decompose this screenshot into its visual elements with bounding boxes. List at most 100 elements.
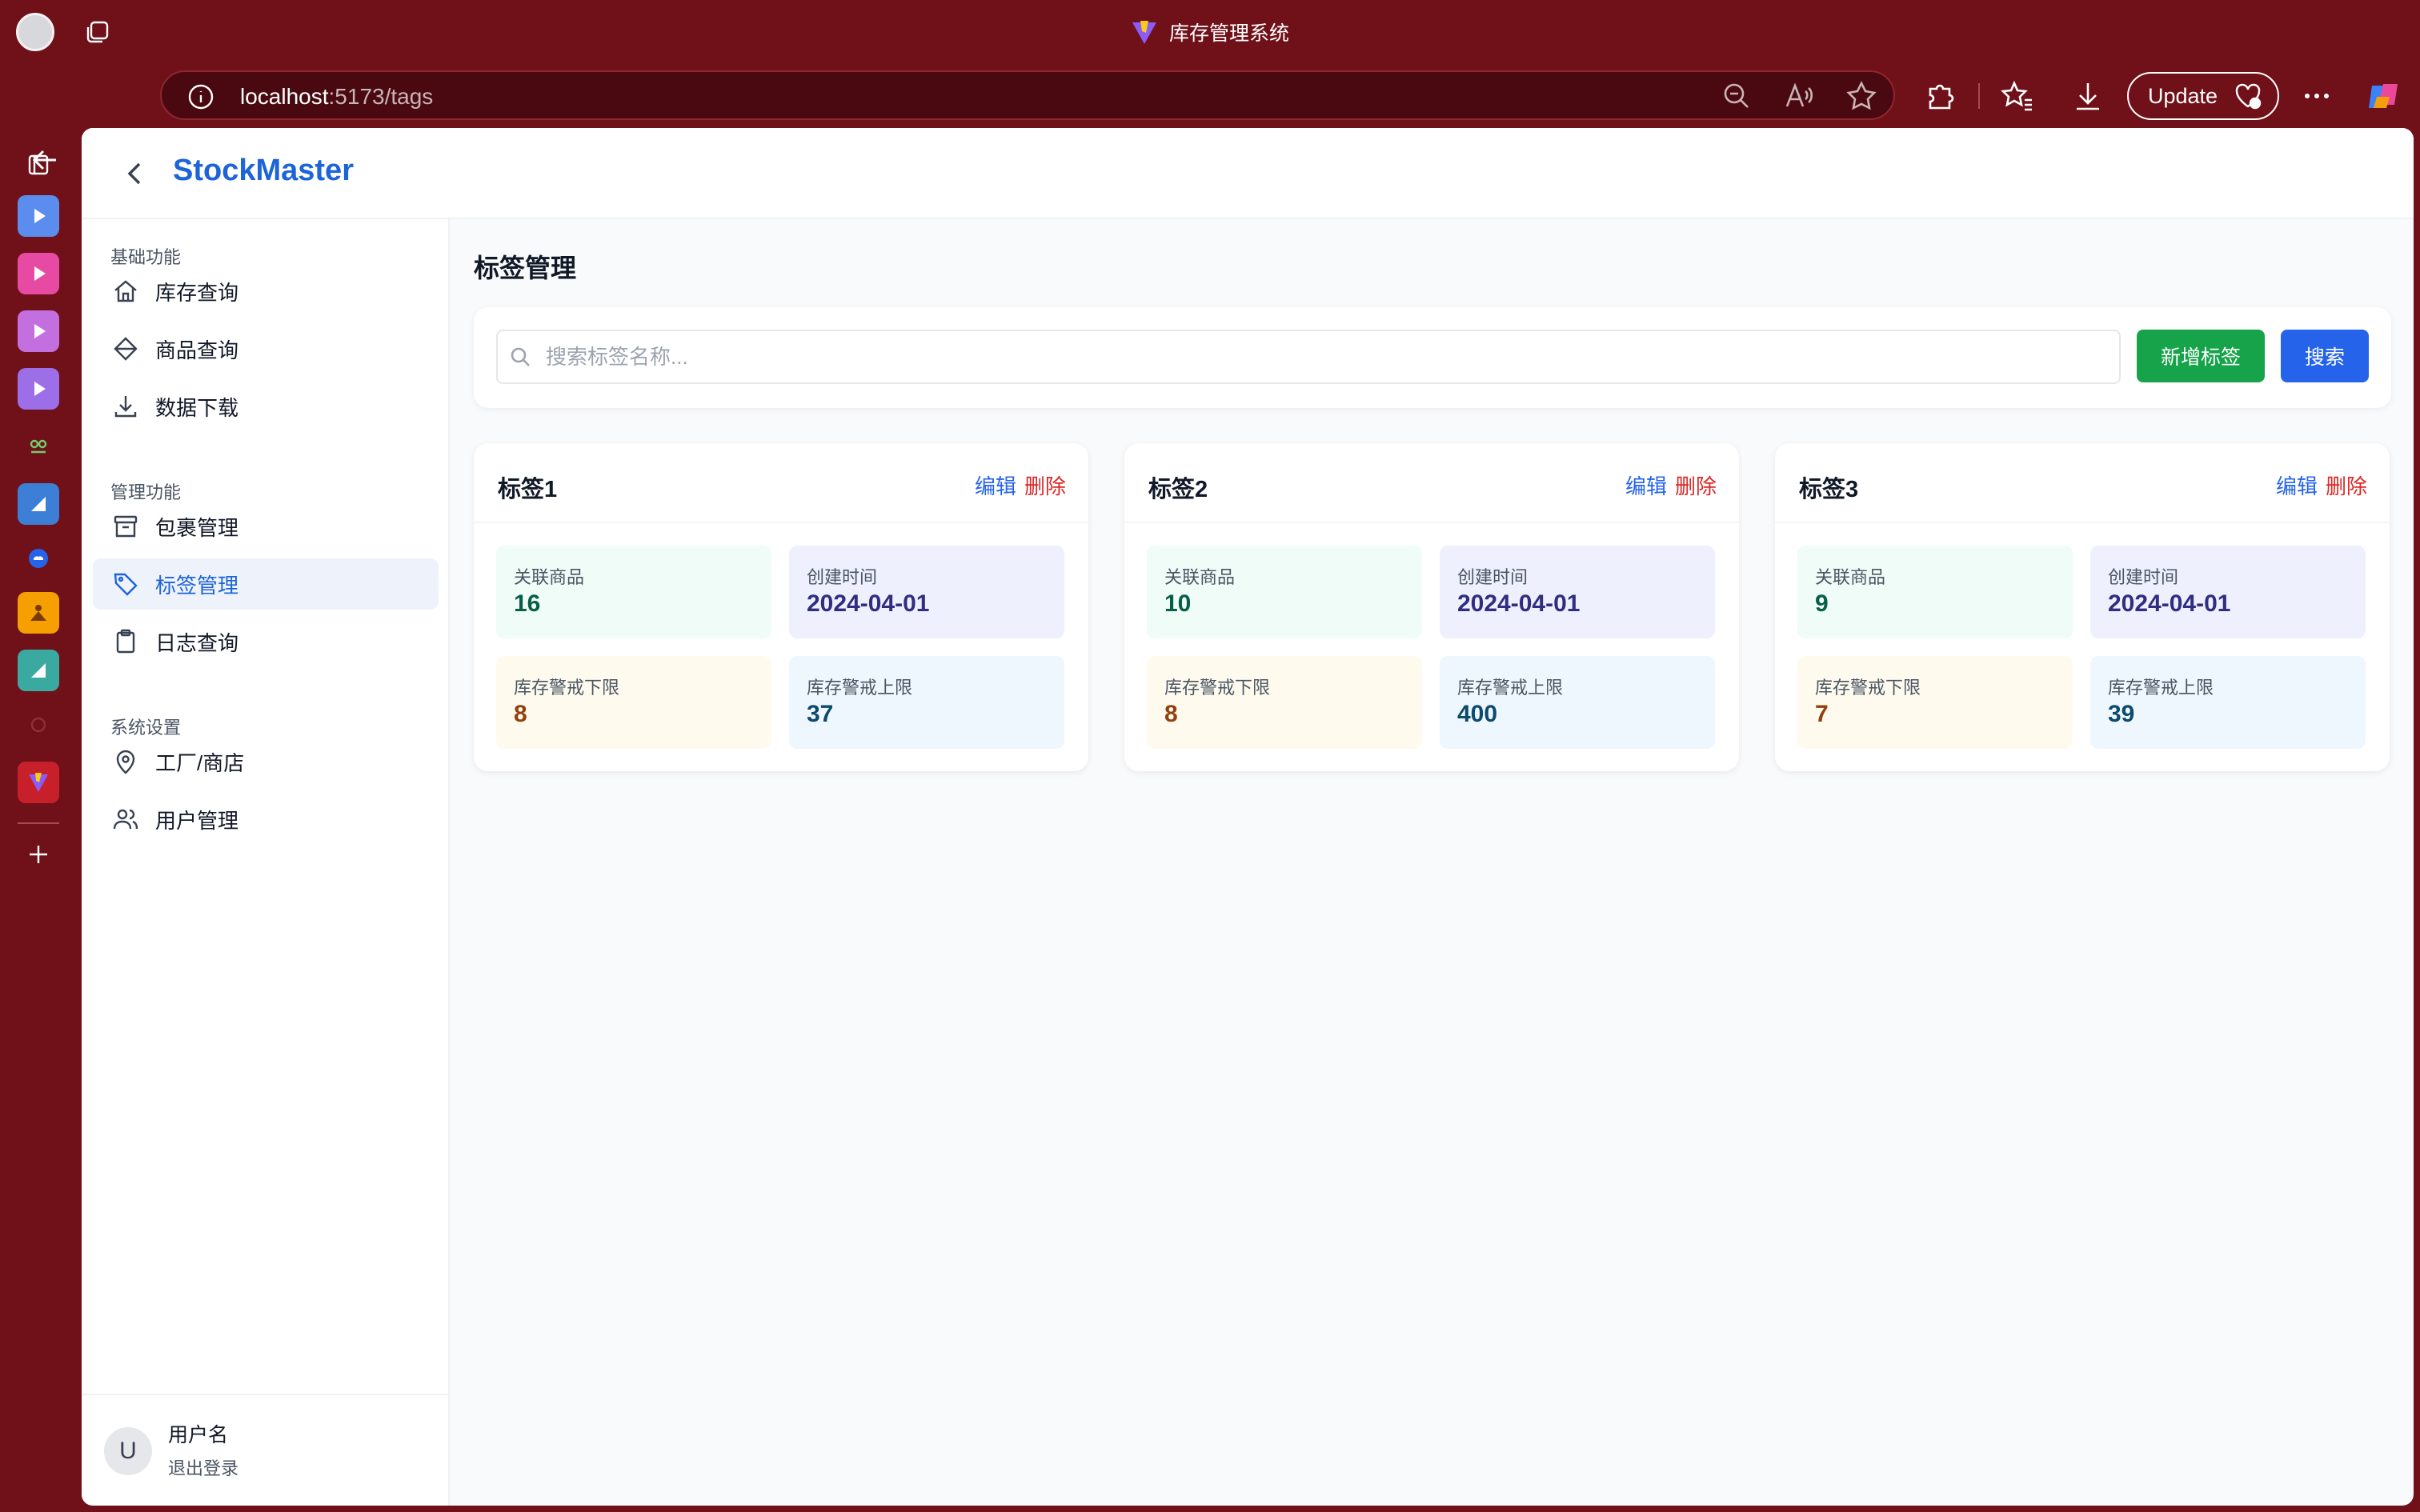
- person-app-icon: [30, 605, 46, 621]
- tab-title: 库存管理系统: [1168, 22, 1289, 45]
- user-avatar[interactable]: U: [104, 1427, 152, 1475]
- extensions-button[interactable]: [1924, 77, 1957, 115]
- diamond-icon: [114, 337, 138, 361]
- nav-label: 包裹管理: [155, 515, 239, 540]
- sidebar-app-3[interactable]: [18, 310, 59, 352]
- delete-tag-button[interactable]: 删除: [1024, 470, 1066, 500]
- update-label: Update: [2148, 83, 2218, 108]
- home-icon: [114, 280, 137, 302]
- downloads-button[interactable]: [2071, 77, 2105, 115]
- url-path: :5173/tags: [328, 84, 434, 109]
- archive-box-icon: [114, 515, 138, 538]
- browser-titlebar: 库存管理系统: [0, 0, 2420, 64]
- nav-item-data-download[interactable]: 数据下载: [93, 381, 439, 432]
- sidebar-app-10[interactable]: [18, 704, 59, 746]
- stat-label: 创建时间: [2108, 567, 2179, 587]
- sidebar-tab-panel[interactable]: [18, 144, 59, 186]
- edit-tag-button[interactable]: 编辑: [2276, 470, 2318, 500]
- toolbar-divider: [1978, 83, 1980, 109]
- site-info-icon[interactable]: [187, 83, 214, 110]
- chevron-left-icon[interactable]: [118, 157, 152, 190]
- stat-value: 2024-04-01: [1457, 590, 1581, 617]
- user-panel: U 用户名 退出登录: [82, 1394, 450, 1506]
- stat-stock-upper: 库存警戒上限 37: [789, 656, 1064, 749]
- sidebar-app-5[interactable]: [18, 426, 59, 467]
- sidebar-app-active[interactable]: [18, 762, 59, 803]
- nav-item-product-query[interactable]: 商品查询: [93, 323, 439, 374]
- search-button[interactable]: 搜索: [2281, 330, 2369, 382]
- more-menu-button[interactable]: [2300, 77, 2334, 115]
- nav-label: 用户管理: [155, 808, 239, 833]
- tag-card-header: 标签3 编辑 删除: [1775, 443, 2390, 523]
- url-text[interactable]: localhost:5173/tags: [240, 84, 433, 110]
- delete-tag-button[interactable]: 删除: [1675, 470, 1717, 500]
- stat-value: 2024-04-01: [807, 590, 930, 617]
- stat-label: 关联商品: [514, 567, 585, 587]
- stat-value: 9: [1815, 590, 1829, 617]
- logout-link[interactable]: 退出登录: [168, 1454, 238, 1480]
- nav-item-user-manage[interactable]: 用户管理: [93, 794, 439, 845]
- nav-item-factory-store[interactable]: 工厂/商店: [93, 736, 439, 787]
- sidebar-app-6[interactable]: [18, 483, 59, 525]
- search-input[interactable]: [496, 330, 2121, 384]
- favorites-list-icon: [2001, 80, 2032, 111]
- play-icon: [34, 209, 46, 223]
- stat-value: 39: [2108, 701, 2135, 727]
- nav-item-inventory-query[interactable]: 库存查询: [93, 266, 439, 317]
- sidebar-app-4[interactable]: [18, 368, 59, 410]
- nav-item-package-manage[interactable]: 包裹管理: [93, 501, 439, 552]
- update-button[interactable]: Update: [2127, 72, 2279, 120]
- stat-value: 10: [1164, 590, 1192, 617]
- sidebar-app-1[interactable]: [18, 195, 59, 237]
- puzzle-extensions-icon: [1929, 84, 1954, 110]
- tag-icon: [114, 573, 138, 596]
- download-icon: [114, 396, 137, 418]
- stat-label: 库存警戒上限: [2108, 678, 2214, 698]
- edit-tag-button[interactable]: 编辑: [975, 470, 1016, 500]
- sidebar-app-2[interactable]: [18, 253, 59, 294]
- tag-card: 标签2 编辑 删除 关联商品 10 创建时间 2024-04-01 库存警戒下限…: [1124, 443, 1739, 771]
- main-content: 标签管理 新增标签 搜索 标签1 编辑 删除 关联商品 16 创建时间 2024…: [450, 219, 2414, 1506]
- stat-label: 创建时间: [807, 567, 878, 587]
- tag-name: 标签3: [1799, 477, 1859, 502]
- read-aloud-icon[interactable]: [1783, 80, 1815, 112]
- add-tag-button[interactable]: 新增标签: [2137, 330, 2265, 382]
- address-bar[interactable]: localhost:5173/tags: [160, 70, 1895, 120]
- brand-title[interactable]: StockMaster: [173, 154, 354, 188]
- delete-tag-button[interactable]: 删除: [2326, 470, 2367, 500]
- sidebar-add-button[interactable]: [18, 834, 59, 875]
- sidebar-app-8[interactable]: [18, 592, 59, 634]
- sidebar-app-9[interactable]: [18, 650, 59, 691]
- nav-item-log-query[interactable]: 日志查询: [93, 616, 439, 667]
- stat-value: 2024-04-01: [2108, 590, 2231, 617]
- stat-value: 7: [1815, 701, 1829, 727]
- stat-created-time: 创建时间 2024-04-01: [1440, 546, 1715, 638]
- zoom-out-icon[interactable]: [1721, 80, 1753, 112]
- nav-item-tag-manage[interactable]: 标签管理: [93, 558, 439, 610]
- nav-label: 标签管理: [155, 573, 239, 598]
- edit-app-icon: [31, 663, 46, 678]
- play-icon: [34, 324, 46, 338]
- user-name: 用户名: [168, 1424, 229, 1446]
- stat-label: 库存警戒上限: [1457, 678, 1564, 698]
- tag-name: 标签2: [1148, 477, 1208, 502]
- favorites-button[interactable]: [2001, 77, 2034, 115]
- stat-stock-lower: 库存警戒下限 8: [496, 656, 771, 749]
- stat-stock-lower: 库存警戒下限 8: [1147, 656, 1422, 749]
- stat-label: 关联商品: [1815, 567, 1886, 587]
- tag-card-header: 标签2 编辑 删除: [1124, 443, 1739, 523]
- tag-card: 标签1 编辑 删除 关联商品 16 创建时间 2024-04-01 库存警戒下限…: [474, 443, 1088, 771]
- stat-label: 关联商品: [1164, 567, 1236, 587]
- copilot-button[interactable]: [2366, 77, 2402, 115]
- url-host: localhost: [240, 84, 329, 109]
- favorite-star-icon[interactable]: [1845, 80, 1877, 112]
- stat-stock-lower: 库存警戒下限 7: [1797, 656, 2073, 749]
- clipboard-icon: [116, 629, 135, 654]
- location-pin-icon: [116, 750, 135, 774]
- stat-stock-upper: 库存警戒上限 39: [2090, 656, 2366, 749]
- page-viewport: StockMaster 基础功能 库存查询 商品查询 数据下载 管理功能 包裹管…: [82, 128, 2414, 1506]
- sidebar-app-7[interactable]: [18, 538, 59, 579]
- side-navigation: 基础功能 库存查询 商品查询 数据下载 管理功能 包裹管理 标签管理 日志查询 …: [82, 219, 450, 1506]
- edit-tag-button[interactable]: 编辑: [1625, 470, 1667, 500]
- window-title: 库存管理系统: [0, 0, 2420, 64]
